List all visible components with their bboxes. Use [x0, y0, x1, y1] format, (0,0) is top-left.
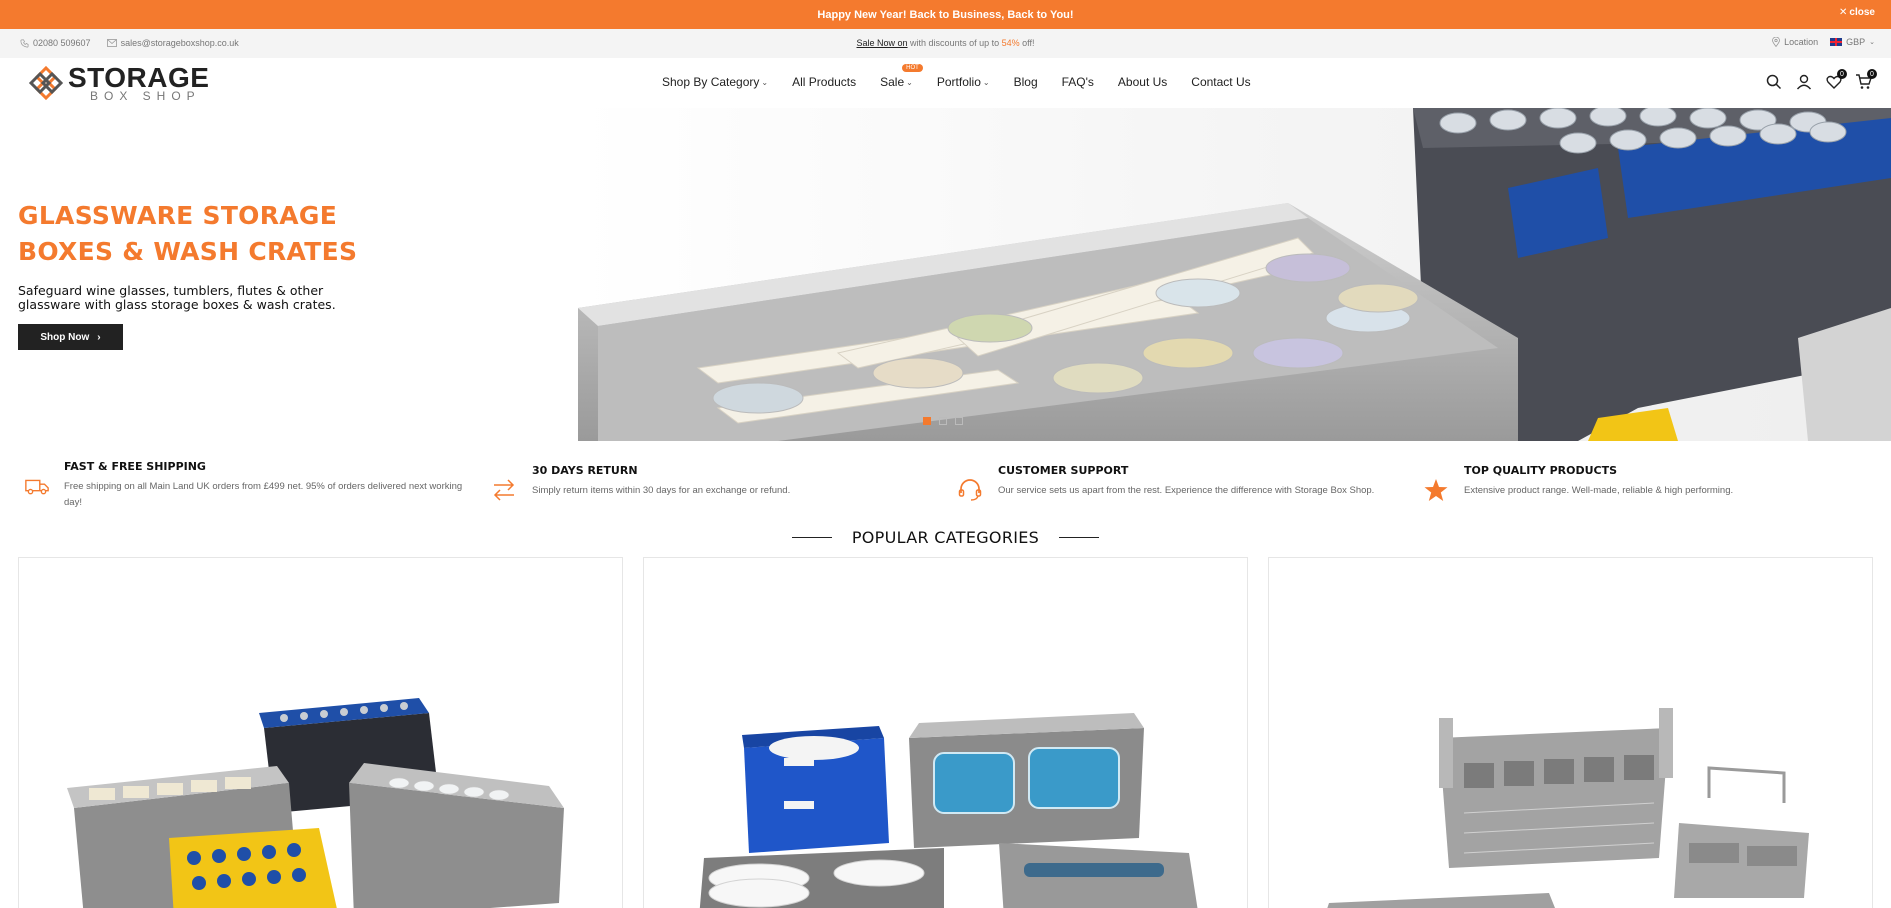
category-card-1[interactable] — [18, 557, 623, 908]
nav-label: Portfolio — [936, 75, 981, 89]
nav-label: FAQ's — [1061, 75, 1094, 89]
nav-label: Sale — [880, 75, 905, 89]
hot-badge: HOT — [902, 64, 923, 72]
cart-count: 0 — [1867, 69, 1877, 79]
chevron-down-icon: ⌄ — [761, 77, 769, 87]
nav-label: Shop By Category — [662, 75, 760, 89]
location-label: Location — [1784, 37, 1819, 47]
promo-text-end: off! — [1019, 38, 1035, 48]
currency-selector[interactable]: GBP ⌄ — [1830, 37, 1875, 47]
category-image — [67, 698, 564, 908]
slider-dot-3[interactable] — [955, 417, 963, 425]
sale-now-link[interactable]: Sale Now on — [857, 38, 908, 48]
nav-label: About Us — [1117, 75, 1168, 89]
chevron-down-icon: ⌄ — [982, 77, 990, 87]
star-icon — [1424, 479, 1448, 501]
popular-categories-heading: POPULAR CATEGORIES — [0, 528, 1891, 547]
headset-icon — [958, 479, 982, 501]
hero-title: GLASSWARE STORAGE BOXES & WASH CRATES — [18, 198, 357, 270]
announcement-bar: Happy New Year! Back to Business, Back t… — [0, 0, 1891, 29]
category-cards — [18, 557, 1873, 908]
announcement-message: Happy New Year! Back to Business, Back t… — [817, 8, 1074, 21]
hero-slider: GLASSWARE STORAGE BOXES & WASH CRATES Sa… — [0, 108, 1891, 441]
feature-desc: Our service sets us apart from the rest.… — [998, 485, 1375, 496]
nav-all-products[interactable]: All Products — [792, 75, 856, 89]
feature-returns: 30 DAYS RETURN Simply return items withi… — [490, 464, 910, 504]
feature-support: CUSTOMER SUPPORT Our service sets us apa… — [956, 464, 1396, 504]
search-icon — [1766, 74, 1782, 90]
nav-label: Blog — [1013, 75, 1038, 89]
hero-subtitle: Safeguard wine glasses, tumblers, flutes… — [18, 283, 336, 312]
feature-quality: TOP QUALITY PRODUCTS Extensive product r… — [1422, 464, 1862, 504]
wishlist-count: 0 — [1837, 69, 1847, 79]
category-image — [699, 713, 1198, 908]
shop-now-label: Shop Now — [40, 331, 90, 343]
feature-title: TOP QUALITY PRODUCTS — [1464, 464, 1618, 477]
truck-icon — [25, 479, 49, 495]
site-logo[interactable]: STORAGE BOX SHOP — [28, 62, 228, 104]
promo-text: with discounts of up to — [907, 38, 1002, 48]
user-icon — [1796, 74, 1812, 90]
promo-message: Sale Now on with discounts of up to 54% … — [0, 38, 1891, 48]
slider-dot-1[interactable] — [923, 417, 931, 425]
feature-desc: Extensive product range. Well-made, reli… — [1464, 485, 1734, 496]
uk-flag-icon — [1830, 38, 1843, 46]
logo-text: STORAGE — [68, 62, 210, 93]
close-label: close — [1849, 7, 1875, 18]
hero-image — [578, 108, 1891, 441]
slider-dot-2[interactable] — [939, 417, 947, 425]
nav-about-us[interactable]: About Us — [1118, 75, 1167, 89]
feature-desc: Simply return items within 30 days for a… — [532, 485, 791, 496]
nav-label: Contact Us — [1191, 75, 1251, 89]
location-pin-icon — [1772, 37, 1780, 47]
nav-portfolio[interactable]: Portfolio ⌄ — [937, 75, 990, 89]
currency-label: GBP — [1846, 37, 1866, 47]
shop-now-button[interactable]: Shop Now › — [18, 324, 123, 350]
feature-title: CUSTOMER SUPPORT — [998, 464, 1129, 477]
feature-title: FAST & FREE SHIPPING — [64, 460, 206, 473]
close-icon: ✕ — [1839, 7, 1848, 18]
chevron-right-icon: › — [97, 331, 101, 343]
site-header: STORAGE BOX SHOP Shop By Category ⌄ All P… — [0, 58, 1891, 108]
nav-label: All Products — [792, 75, 857, 89]
location-link[interactable]: Location — [1772, 37, 1818, 47]
announcement-close-button[interactable]: ✕ close — [1839, 7, 1875, 18]
section-title: POPULAR CATEGORIES — [851, 528, 1040, 547]
cart-button[interactable]: 0 — [1855, 69, 1877, 91]
hero-title-line-1: GLASSWARE STORAGE — [18, 201, 338, 230]
chevron-down-icon: ⌄ — [1869, 39, 1875, 46]
nav-sale[interactable]: Sale ⌄ HOT — [880, 64, 923, 89]
feature-title: 30 DAYS RETURN — [532, 464, 638, 477]
slider-dots — [923, 417, 963, 425]
features-strip: FAST & FREE SHIPPING Free shipping on al… — [0, 460, 1891, 520]
heading-divider-left — [791, 537, 832, 538]
nav-shop-by-category[interactable]: Shop By Category ⌄ — [662, 75, 768, 89]
search-button[interactable] — [1765, 73, 1783, 91]
hero-title-line-2: BOXES & WASH CRATES — [18, 237, 358, 266]
main-nav: Shop By Category ⌄ All Products Sale ⌄ HOT … — [662, 64, 1251, 89]
logo-mark-icon — [28, 65, 64, 101]
top-info-bar: 02080 509607 sales@storageboxshop.co.uk … — [0, 29, 1891, 58]
nav-faqs[interactable]: FAQ's — [1062, 75, 1094, 89]
logo-subtext: BOX SHOP — [90, 89, 201, 103]
feature-shipping: FAST & FREE SHIPPING Free shipping on al… — [24, 460, 464, 511]
category-card-2[interactable] — [643, 557, 1248, 908]
return-arrows-icon — [493, 479, 515, 501]
header-actions: 0 0 — [1765, 69, 1877, 91]
nav-contact-us[interactable]: Contact Us — [1191, 75, 1250, 89]
feature-desc: Free shipping on all Main Land UK orders… — [64, 481, 463, 508]
chevron-down-icon: ⌄ — [906, 77, 913, 87]
account-button[interactable] — [1795, 73, 1813, 91]
wishlist-button[interactable]: 0 — [1825, 69, 1847, 91]
nav-blog[interactable]: Blog — [1014, 75, 1038, 89]
promo-percent: 54% — [1001, 38, 1020, 48]
category-image — [1327, 708, 1809, 908]
heading-divider-right — [1059, 537, 1100, 538]
category-card-3[interactable] — [1268, 557, 1873, 908]
